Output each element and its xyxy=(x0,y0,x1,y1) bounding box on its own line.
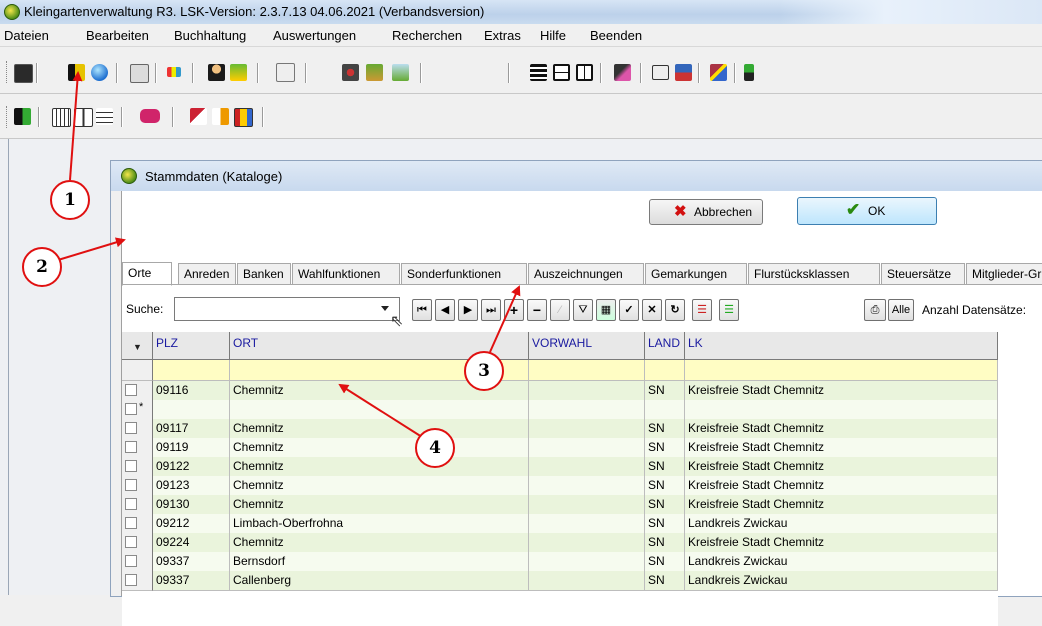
annotation-overlay xyxy=(57,71,521,438)
arrow-4 xyxy=(338,383,423,438)
arrow-2 xyxy=(57,237,126,261)
arrow-1 xyxy=(69,71,83,181)
callout-3: 3 xyxy=(464,351,504,391)
callout-4: 4 xyxy=(415,428,455,468)
callout-2: 2 xyxy=(22,247,62,287)
arrow-3 xyxy=(489,285,521,353)
callout-1: 1 xyxy=(50,180,90,220)
